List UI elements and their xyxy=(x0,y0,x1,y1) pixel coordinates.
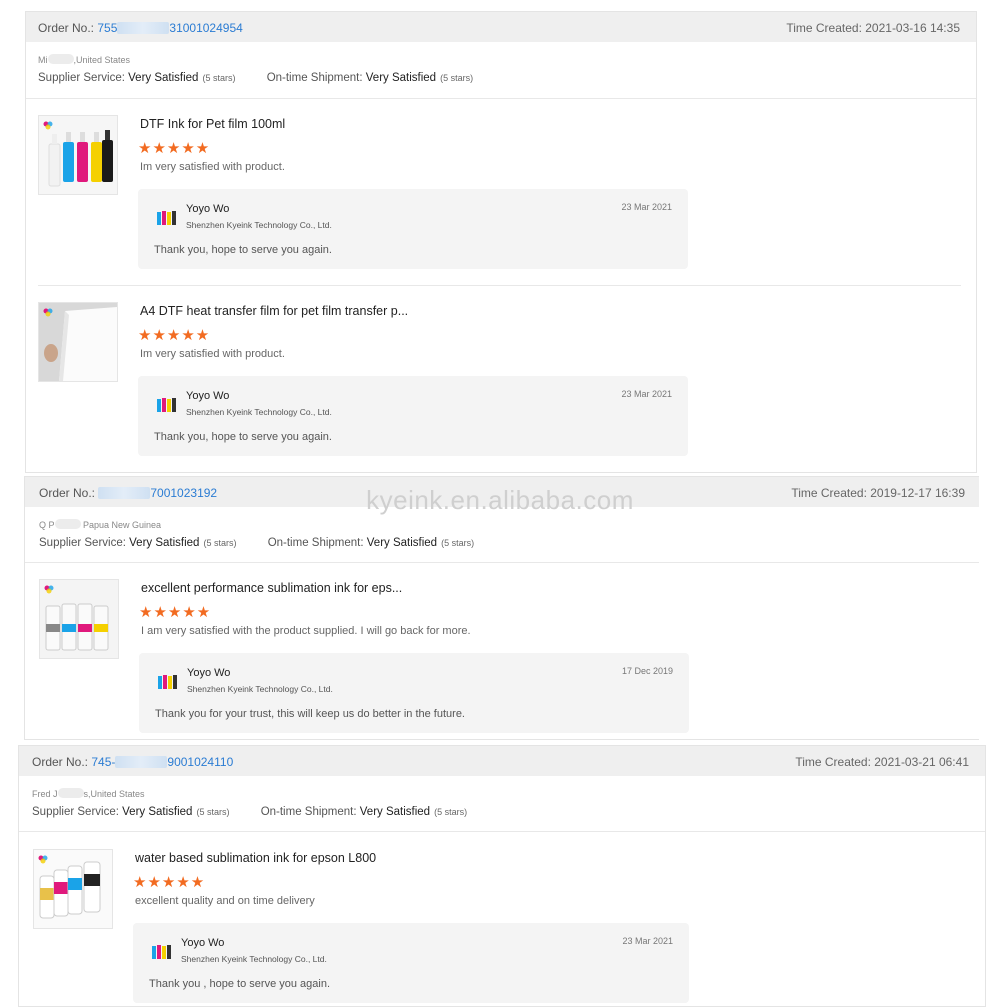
review-text: Im very satisfied with product. xyxy=(140,348,285,360)
order-number[interactable]: Order No.: 755 31001024954 xyxy=(38,21,243,35)
order-ratings: Supplier Service: Very Satisfied (5 stars… xyxy=(39,537,475,549)
order-card: Order No.: 745- 9001024110 Time Created: … xyxy=(18,745,986,1007)
product-title[interactable]: DTF Ink for Pet film 100ml xyxy=(140,117,285,131)
order-number[interactable]: Order No.: 745- 9001024110 xyxy=(32,755,233,769)
kyeink-logo-icon xyxy=(43,121,53,130)
redacted-mask xyxy=(57,788,84,798)
supplier-service-value: Very Satisfied xyxy=(122,806,193,818)
reply-company: Shenzhen Kyeink Technology Co., Ltd. xyxy=(187,684,333,694)
redacted-mask xyxy=(47,54,74,64)
supplier-reply: Yoyo Wo Shenzhen Kyeink Technology Co., … xyxy=(139,653,689,733)
order-number-value[interactable]: 745- 9001024110 xyxy=(91,755,233,769)
product-title[interactable]: water based sublimation ink for epson L8… xyxy=(135,851,376,865)
product-thumbnail[interactable] xyxy=(33,849,113,929)
redacted-mask xyxy=(54,519,81,529)
divider xyxy=(19,831,985,832)
ink-bottles-avatar-icon xyxy=(158,675,177,689)
reply-company: Shenzhen Kyeink Technology Co., Ltd. xyxy=(181,954,327,964)
reply-author: Yoyo Wo xyxy=(186,390,230,402)
order-header: Order No.: 745- 9001024110 Time Created: … xyxy=(19,746,985,776)
divider xyxy=(25,562,979,563)
shipment-value: Very Satisfied xyxy=(366,537,438,549)
review-text: Im very satisfied with product. xyxy=(140,161,285,173)
supplier-service-value: Very Satisfied xyxy=(128,72,199,84)
redacted-mask xyxy=(115,756,168,768)
order-number-label: Order No.: xyxy=(32,755,89,769)
order-number-value[interactable]: 755 31001024954 xyxy=(97,21,242,35)
shipment-value: Very Satisfied xyxy=(365,72,437,84)
reply-text: Thank you, hope to serve you again. xyxy=(154,431,332,443)
order-number-label: Order No.: xyxy=(38,21,95,35)
reply-company: Shenzhen Kyeink Technology Co., Ltd. xyxy=(186,407,332,417)
order-header: Order No.: 755 31001024954 Time Created: … xyxy=(26,12,976,42)
reply-date: 23 Mar 2021 xyxy=(621,389,672,399)
product-thumbnail[interactable] xyxy=(38,302,118,382)
buyer-info: Fred Js,United States xyxy=(32,788,145,799)
product-thumbnail[interactable] xyxy=(39,579,119,659)
reply-author: Yoyo Wo xyxy=(186,203,230,215)
review-text: excellent quality and on time delivery xyxy=(135,895,315,907)
kyeink-logo-icon xyxy=(44,585,54,594)
kyeink-logo-icon xyxy=(38,855,48,864)
reply-date: 23 Mar 2021 xyxy=(622,936,673,946)
star-rating: ★★★★★ xyxy=(139,604,212,621)
watermark: kyeink.en.alibaba.com xyxy=(366,485,634,515)
reply-text: Thank you, hope to serve you again. xyxy=(154,244,332,256)
shipment-value: Very Satisfied xyxy=(359,806,431,818)
buyer-info: Mi ,United States xyxy=(38,54,131,65)
star-rating: ★★★★★ xyxy=(138,140,211,157)
reply-company: Shenzhen Kyeink Technology Co., Ltd. xyxy=(186,220,332,230)
reply-date: 17 Dec 2019 xyxy=(621,666,673,676)
order-card: Order No.: 755 31001024954 Time Created: … xyxy=(25,11,977,473)
order-ratings: Supplier Service: Very Satisfied (5 stars… xyxy=(38,72,474,84)
product-title[interactable]: A4 DTF heat transfer film for pet film t… xyxy=(140,304,408,318)
star-rating: ★★★★★ xyxy=(138,327,211,344)
reply-text: Thank you , hope to serve you again. xyxy=(149,978,331,990)
buyer-info: Q P Papua New Guinea xyxy=(39,519,162,530)
divider xyxy=(26,98,976,99)
reply-author: Yoyo Wo xyxy=(187,667,231,679)
kyeink-logo-icon xyxy=(43,308,53,317)
time-created: Time Created: 2021-03-16 14:35 xyxy=(786,21,960,35)
product-title[interactable]: excellent performance sublimation ink fo… xyxy=(141,581,402,595)
reply-author: Yoyo Wo xyxy=(181,937,225,949)
reply-date: 23 Mar 2021 xyxy=(621,202,672,212)
supplier-service-value: Very Satisfied xyxy=(129,537,200,549)
review-text: I am very satisfied with the product sup… xyxy=(141,625,471,637)
star-rating: ★★★★★ xyxy=(133,874,206,891)
ink-bottles-avatar-icon xyxy=(152,945,171,959)
reply-text: Thank you for your trust, this will keep… xyxy=(155,708,465,720)
time-created: Time Created: 2021-03-21 06:41 xyxy=(795,755,969,769)
supplier-reply: Yoyo Wo Shenzhen Kyeink Technology Co., … xyxy=(133,923,689,1003)
ink-bottles-avatar-icon xyxy=(157,398,176,412)
redacted-mask xyxy=(117,22,170,34)
order-ratings: Supplier Service: Very Satisfied (5 stars… xyxy=(32,806,468,818)
supplier-reply: Yoyo Wo Shenzhen Kyeink Technology Co., … xyxy=(138,376,688,456)
divider xyxy=(38,285,961,286)
product-thumbnail[interactable] xyxy=(38,115,118,195)
supplier-reply: Yoyo Wo Shenzhen Kyeink Technology Co., … xyxy=(138,189,688,269)
ink-bottles-avatar-icon xyxy=(157,211,176,225)
